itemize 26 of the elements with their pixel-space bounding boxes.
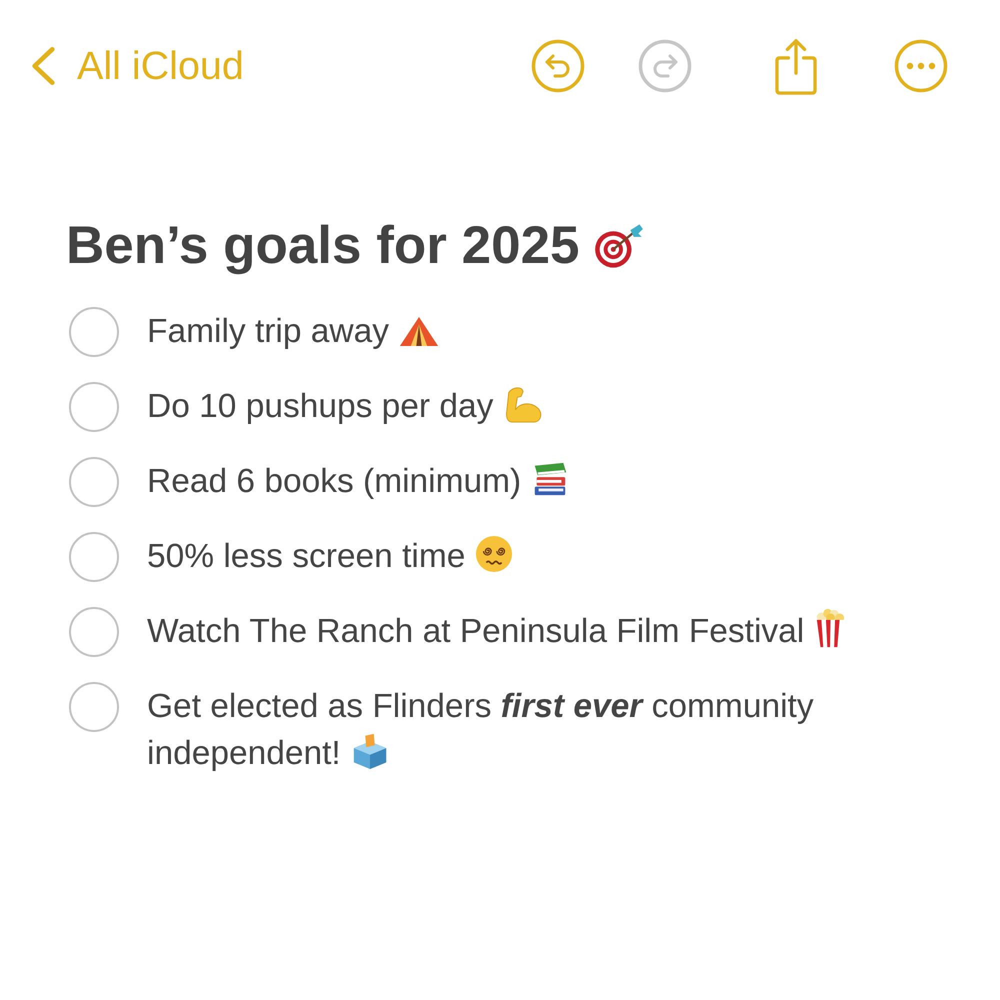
checkbox[interactable]	[69, 532, 119, 582]
checklist-item-text: Read 6 books (minimum)	[147, 463, 570, 500]
undo-button[interactable]	[531, 39, 585, 93]
checklist-item-text: 50% less screen time	[147, 538, 514, 575]
undo-icon	[531, 39, 585, 93]
dizzy-face-icon	[475, 535, 514, 573]
checklist-item-text: Family trip away	[147, 313, 439, 350]
checklist-item-text: Get elected as Flinders first ever community independent!	[147, 688, 814, 772]
share-icon	[774, 36, 818, 96]
checkbox[interactable]	[69, 606, 119, 656]
more-icon	[894, 39, 948, 93]
more-button[interactable]	[894, 39, 948, 93]
checklist-item-text: Watch The Ranch at Peninsula Film Festival	[147, 613, 848, 650]
redo-icon	[638, 39, 692, 93]
checkbox[interactable]	[69, 382, 119, 432]
checklist-item-text: Do 10 pushups per day	[147, 388, 544, 425]
checkbox[interactable]	[69, 682, 119, 732]
flexed-arm-icon	[503, 385, 544, 423]
checkbox[interactable]	[69, 306, 119, 356]
note-title: Ben’s goals for 2025	[66, 215, 580, 277]
back-button[interactable]: All iCloud	[30, 44, 244, 88]
share-button[interactable]	[774, 36, 818, 96]
chevron-left-icon	[30, 46, 56, 86]
dartboard-icon	[594, 223, 644, 269]
checkbox[interactable]	[69, 456, 119, 506]
tent-icon	[399, 315, 439, 348]
